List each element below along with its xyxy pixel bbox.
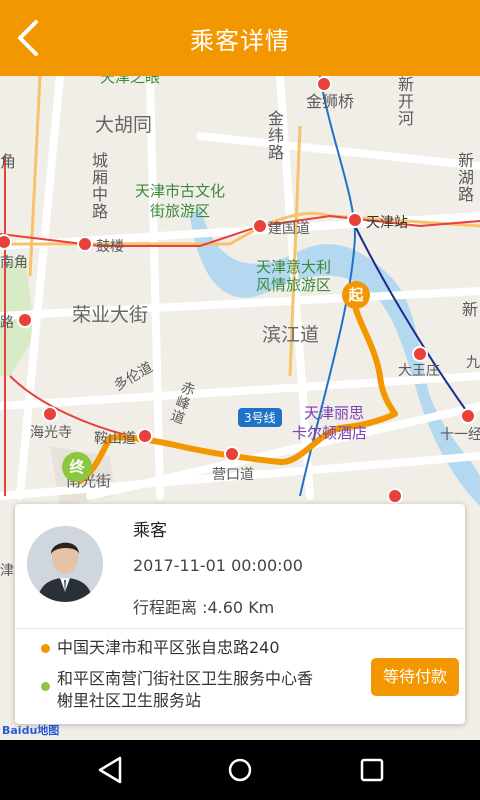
- end-dot-icon: [41, 682, 50, 691]
- map-label-gulou: 鼓楼: [96, 239, 124, 255]
- page-title: 乘客详情: [190, 27, 290, 55]
- map-label-dawangzhuang: 大王庄: [398, 363, 440, 379]
- nav-back-button[interactable]: [90, 752, 130, 788]
- nav-home-button[interactable]: [220, 752, 260, 788]
- nav-recent-button[interactable]: [352, 752, 392, 788]
- trip-datetime: 2017-11-01 00:00:00: [133, 556, 303, 575]
- route-start-pin[interactable]: 起: [342, 281, 370, 309]
- triangle-back-icon: [98, 756, 122, 784]
- map-label-jianguodao: 建国道: [268, 221, 310, 237]
- start-address: 中国天津市和平区张自忠路240: [57, 638, 280, 657]
- map-label-xinkaihe: 新开河: [395, 76, 414, 127]
- map-label-shiyijing: 十一经: [440, 427, 480, 443]
- square-recent-icon: [360, 758, 384, 782]
- map-label-binjiangdao: 滨江道: [262, 324, 320, 346]
- person-photo-icon: [27, 526, 103, 602]
- card-divider: [15, 628, 465, 629]
- map-label-jinweilu: 金纬路: [265, 110, 284, 161]
- circle-home-icon: [228, 758, 252, 782]
- map-label-haiguangsi: 海光寺: [30, 425, 72, 441]
- passenger-label: 乘客: [133, 521, 167, 541]
- system-navbar: [0, 740, 480, 800]
- awaiting-payment-button[interactable]: 等待付款: [371, 658, 459, 696]
- map-label-jiu: 九: [466, 355, 480, 371]
- passenger-avatar: [27, 526, 103, 602]
- map-label-jinshiqiao: 金狮桥: [306, 92, 355, 111]
- baidu-map-logo: Baidu地图: [2, 724, 60, 737]
- map-label-lu: 路: [0, 315, 14, 331]
- map-label-xin: 新: [462, 300, 479, 319]
- map-label-xinzhanlu: 新湖路: [455, 152, 474, 203]
- route-end-pin[interactable]: 终: [62, 452, 92, 482]
- map-label-nanjiao: 南角: [0, 255, 28, 271]
- trip-distance: 行程距离 :4.60 Km: [133, 598, 275, 617]
- map-label-lisi-2: 卡尔顿酒店: [292, 424, 368, 442]
- map-label-yidali-2: 风情旅游区: [256, 276, 332, 294]
- map-label-guwenhua-1: 天津市古文化: [135, 182, 226, 200]
- map-label-jin: 津: [0, 563, 14, 579]
- map-label-lisi-1: 天津丽思: [304, 404, 365, 422]
- end-address-line1: 和平区南营门街社区卫生服务中心香: [57, 669, 314, 688]
- map-label-chengxiangzhonglu: 城厢中路: [89, 152, 108, 220]
- end-address-line2: 榭里社区卫生服务站: [57, 691, 202, 710]
- map-label-anshandao: 鞍山道: [94, 431, 136, 447]
- map-label-line3: 3号线: [238, 408, 282, 427]
- map-label-guwenhua-2: 街旅游区: [150, 202, 211, 220]
- map-label-tianjinzhan: 天津站: [366, 215, 408, 231]
- map-label-dahutong: 大胡同: [95, 114, 153, 136]
- map-label-jiao: 角: [0, 152, 17, 171]
- start-dot-icon: [41, 644, 50, 653]
- map-label-yingkoudao: 营口道: [212, 467, 254, 483]
- map-label-rongye: 荣业大街: [72, 304, 149, 326]
- map-label-tianjin-zhiyan: 天津之眼: [100, 76, 161, 86]
- passenger-card: 乘客 2017-11-01 00:00:00 行程距离 :4.60 Km 中国天…: [15, 504, 465, 724]
- app-header: 乘客详情: [0, 0, 480, 76]
